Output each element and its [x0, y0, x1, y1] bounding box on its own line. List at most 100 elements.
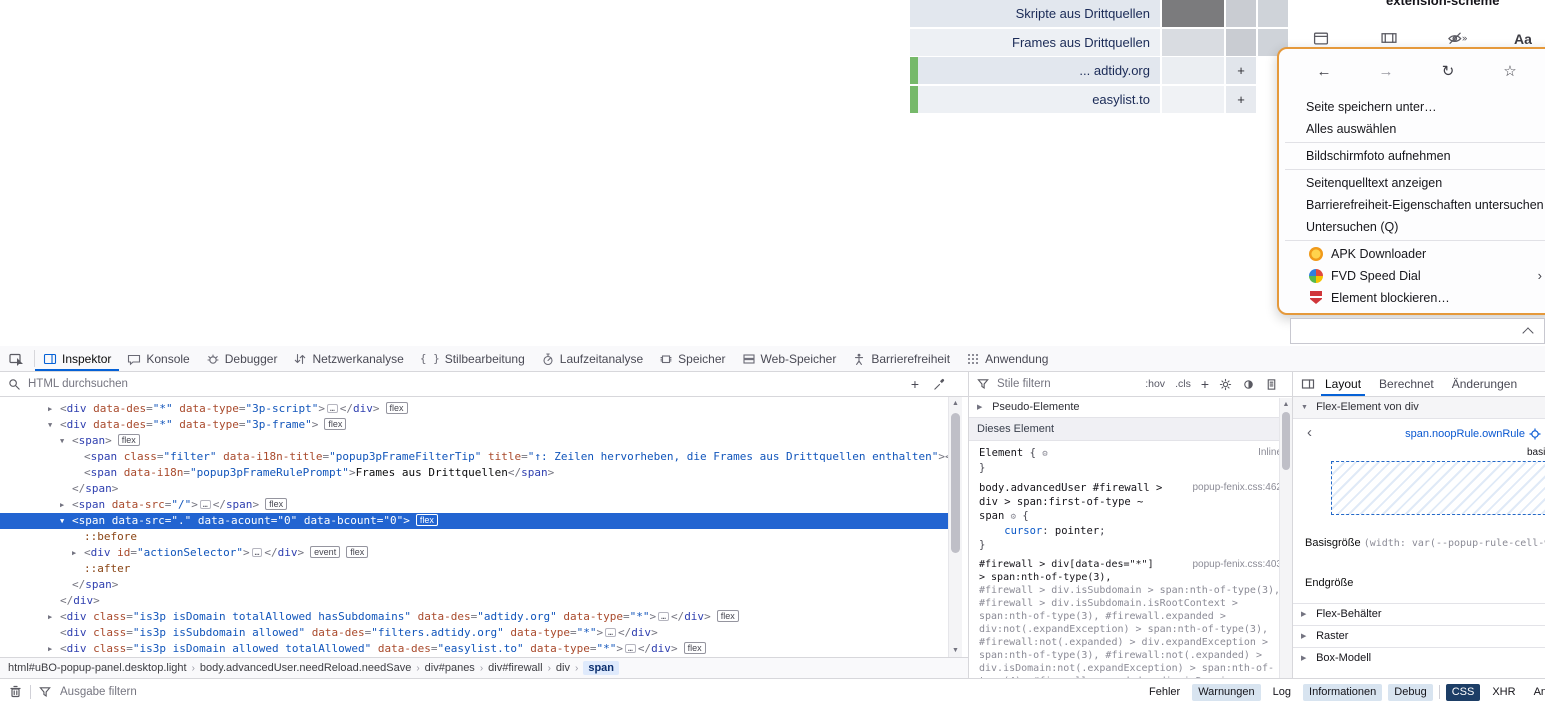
scrollbar-thumb[interactable]	[1282, 412, 1290, 470]
collapsed-content-icon[interactable]: …	[200, 500, 211, 509]
markup-line[interactable]: ▶<div id="actionSelector">…</div>eventfl…	[0, 545, 948, 561]
firewall-plus-cell[interactable]: +	[1226, 57, 1256, 84]
tab-barrierefreiheit[interactable]: Barrierefreiheit	[844, 346, 958, 371]
filter-requests-button[interactable]: Anfragen	[1528, 684, 1545, 701]
filter-debug-button[interactable]: Debug	[1388, 684, 1432, 701]
firewall-plus-cell[interactable]: +	[1226, 86, 1256, 113]
flex-badge[interactable]: flex	[416, 514, 438, 526]
firewall-rule-cell[interactable]	[1162, 57, 1224, 84]
tab-web-speicher[interactable]: Web-Speicher	[734, 346, 845, 371]
prev-flex-item-icon[interactable]: ‹	[1307, 424, 1312, 441]
filter-log-button[interactable]: Log	[1267, 684, 1297, 701]
twisty-icon[interactable]: ▶	[48, 641, 60, 657]
markup-line[interactable]: ▶<div class="is3p isDomain allowed total…	[0, 641, 948, 657]
twisty-icon[interactable]: ▶	[72, 545, 84, 561]
filter-css-button[interactable]: CSS	[1446, 684, 1481, 701]
clear-console-icon[interactable]	[8, 684, 22, 699]
markup-line[interactable]: ▶<div data-des="*" data-type="3p-script"…	[0, 401, 948, 417]
menu-item-inspect-a11y[interactable]: Barrierefreiheit-Eigenschaften untersuch…	[1279, 194, 1545, 216]
markup-scrollbar[interactable]: ▲ ▼	[948, 397, 962, 657]
markup-line[interactable]: ▶<div class="is3p isDomain totalAllowed …	[0, 609, 948, 625]
filter-warnings-button[interactable]: Warnungen	[1192, 684, 1260, 701]
markup-line[interactable]: ▼<span data-src="." data-acount="0" data…	[0, 513, 948, 529]
event-badge[interactable]: event	[310, 546, 340, 558]
flex-badge[interactable]: flex	[386, 402, 408, 414]
twisty-icon[interactable]: ▶	[48, 401, 60, 417]
tab-konsole[interactable]: Konsole	[119, 346, 197, 371]
cosmetic-filtering-icon[interactable]: »	[1446, 30, 1470, 46]
scroll-hint-strip[interactable]	[1290, 318, 1545, 344]
collapsed-content-icon[interactable]: …	[605, 628, 616, 637]
back-icon[interactable]: ←	[1315, 63, 1333, 80]
menu-item-take-screenshot[interactable]: Bildschirmfoto aufnehmen	[1279, 145, 1545, 167]
rule-source-link[interactable]: popup-fenix.css:462	[1192, 481, 1282, 495]
breadcrumb-item[interactable]: div#firewall	[488, 662, 542, 674]
markup-line[interactable]: ▶<span data-src="/">…</span>flex	[0, 497, 948, 513]
firewall-row-label[interactable]: easylist.to	[918, 86, 1160, 113]
firewall-row-label[interactable]: Skripte aus Drittquellen	[910, 0, 1160, 27]
sidebar-toggle-icon[interactable]	[1301, 377, 1315, 391]
markup-line[interactable]: ::after	[0, 561, 948, 577]
add-node-icon[interactable]: +	[911, 377, 919, 391]
section-grid[interactable]: ▶ Raster	[1293, 625, 1545, 647]
rule-source-link[interactable]: popup-fenix.css:403	[1192, 558, 1282, 571]
tab-anwendung[interactable]: Anwendung	[958, 346, 1056, 371]
pseudo-elements-header[interactable]: ▶ Pseudo-Elemente	[969, 397, 1292, 418]
firewall-row-label[interactable]: ... adtidy.org	[918, 57, 1160, 84]
filter-xhr-button[interactable]: XHR	[1486, 684, 1521, 701]
flex-item-header[interactable]: ▼ Flex-Element von div	[1293, 397, 1545, 419]
tab-netzwerkanalyse[interactable]: Netzwerkanalyse	[285, 346, 411, 371]
firewall-rule-cell[interactable]	[1258, 0, 1288, 27]
flex-item-selector[interactable]: span.noopRule.ownRule	[1405, 428, 1525, 440]
pseudo-class-button[interactable]: :hov	[1145, 378, 1165, 390]
console-filter-input[interactable]: Ausgabe filtern	[60, 686, 137, 698]
collapsed-content-icon[interactable]: …	[658, 612, 669, 621]
large-media-icon[interactable]	[1380, 30, 1398, 46]
flex-badge[interactable]: flex	[346, 546, 368, 558]
highlight-node-icon[interactable]	[1528, 427, 1542, 441]
search-input[interactable]: HTML durchsuchen	[28, 378, 128, 390]
forward-icon[interactable]: →	[1377, 63, 1395, 80]
menu-item-save-page-as[interactable]: Seite speichern unter…	[1279, 96, 1545, 118]
collapsed-content-icon[interactable]: …	[252, 548, 263, 557]
menu-item-apk-downloader[interactable]: APK Downloader	[1279, 243, 1545, 265]
section-flex-container[interactable]: ▶ Flex-Behälter	[1293, 603, 1545, 625]
scroll-down-icon[interactable]: ▼	[949, 647, 962, 654]
class-toggle-button[interactable]: .cls	[1175, 378, 1191, 390]
dark-scheme-icon[interactable]	[1242, 378, 1255, 391]
firewall-rule-cell[interactable]	[1162, 86, 1224, 113]
markup-line[interactable]: <span class="filter" data-i18n-title="po…	[0, 449, 948, 465]
firewall-rule-cell[interactable]	[1162, 0, 1224, 27]
twisty-icon[interactable]: ▶	[48, 609, 60, 625]
menu-item-view-source[interactable]: Seitenquelltext anzeigen	[1279, 172, 1545, 194]
tab-laufzeitanalyse[interactable]: Laufzeitanalyse	[533, 346, 651, 371]
breadcrumb-item[interactable]: div	[556, 662, 570, 674]
popup-blocker-icon[interactable]	[1312, 30, 1330, 46]
markup-line[interactable]: <div class="is3p isSubdomain allowed" da…	[0, 625, 948, 641]
eyedropper-icon[interactable]	[933, 378, 946, 391]
firewall-rule-cell[interactable]	[1226, 0, 1256, 27]
tab-aenderungen[interactable]: Änderungen	[1444, 372, 1525, 396]
tab-inspektor[interactable]: Inspektor	[35, 346, 119, 371]
reload-icon[interactable]: ↻	[1439, 62, 1457, 80]
breadcrumb-item-selected[interactable]: span	[583, 661, 619, 675]
menu-item-inspect[interactable]: Untersuchen (Q)	[1279, 216, 1545, 238]
tab-debugger[interactable]: Debugger	[198, 346, 286, 371]
tab-speicher[interactable]: Speicher	[651, 346, 733, 371]
menu-item-block-element[interactable]: Element blockieren…	[1279, 287, 1545, 309]
add-rule-icon[interactable]: +	[1201, 377, 1209, 391]
menu-item-select-all[interactable]: Alles auswählen	[1279, 118, 1545, 140]
flex-badge[interactable]: flex	[118, 434, 140, 446]
markup-line[interactable]: </span>	[0, 481, 948, 497]
collapsed-content-icon[interactable]: …	[625, 644, 636, 653]
markup-line[interactable]: ::before	[0, 529, 948, 545]
markup-line[interactable]: </div>	[0, 593, 948, 609]
print-media-icon[interactable]	[1265, 378, 1278, 391]
style-filter-input[interactable]: Stile filtern	[997, 378, 1051, 390]
firewall-rule-cell[interactable]	[1162, 29, 1224, 56]
firewall-row-label[interactable]: Frames aus Drittquellen	[910, 29, 1160, 56]
section-box-model[interactable]: ▶ Box-Modell	[1293, 647, 1545, 669]
scroll-up-icon[interactable]: ▲	[949, 400, 962, 407]
tab-layout[interactable]: Layout	[1317, 372, 1369, 396]
twisty-icon[interactable]: ▼	[60, 513, 72, 529]
